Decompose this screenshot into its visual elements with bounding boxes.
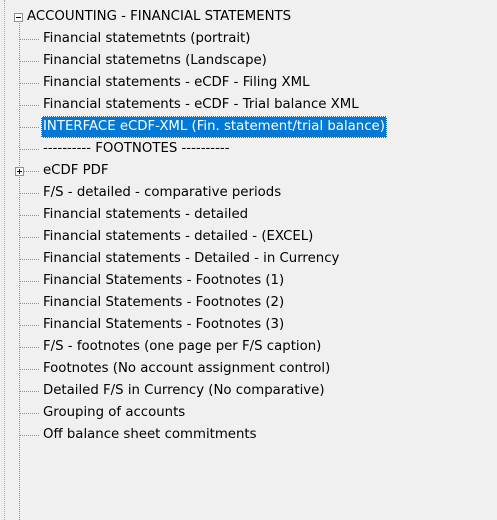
tree-connector [19,435,39,436]
expand-plus-icon[interactable] [15,167,24,176]
tree-connector [19,303,39,304]
tree-item-off-balance-sheet-commitments[interactable]: Off balance sheet commitments [19,424,497,446]
tree-item-financial-statements-detailed[interactable]: Financial statements - detailed [19,204,497,226]
tree-connector [19,413,39,414]
tree-root-label[interactable]: ACCOUNTING - FINANCIAL STATEMENTS [27,6,291,28]
tree-item-ecdf-pdf[interactable]: eCDF PDF [15,160,497,182]
tree-item-footnotes-2[interactable]: Financial Statements - Footnotes (2) [19,292,497,314]
tree-connector [19,83,39,84]
tree-item-grouping-of-accounts[interactable]: Grouping of accounts [19,402,497,424]
tree-item-label[interactable]: Financial Statements - Footnotes (3) [41,314,286,336]
tree-item-label[interactable]: F/S - detailed - comparative periods [41,182,283,204]
report-tree: ACCOUNTING - FINANCIAL STATEMENTS Financ… [0,0,497,520]
tree-item-fs-footnotes-one-page[interactable]: F/S - footnotes (one page per F/S captio… [19,336,497,358]
tree-connector [19,149,39,150]
tree-item-footnotes-3[interactable]: Financial Statements - Footnotes (3) [19,314,497,336]
tree-item-financial-statements-detailed-currency[interactable]: Financial statements - Detailed - in Cur… [19,248,497,270]
tree-item-label[interactable]: Financial Statements - Footnotes (2) [41,292,286,314]
tree-connector [19,347,39,348]
tree-connector [19,215,39,216]
tree-item-label[interactable]: Off balance sheet commitments [41,424,259,446]
tree-connector [19,193,39,194]
tree-connector [19,127,39,128]
tree-item-label-selected[interactable]: INTERFACE eCDF-XML (Fin. statement/trial… [41,116,387,138]
tree-item-label[interactable]: F/S - footnotes (one page per F/S captio… [41,336,323,358]
tree-item-label[interactable]: Financial statements - eCDF - Trial bala… [41,94,361,116]
tree-item-label[interactable]: Financial statements - detailed [41,204,250,226]
collapse-minus-icon[interactable] [14,13,23,22]
tree-item-label[interactable]: Grouping of accounts [41,402,187,424]
tree-item-label[interactable]: Financial statements - Detailed - in Cur… [41,248,341,270]
tree-connector [19,105,39,106]
tree-item-label[interactable]: Footnotes (No account assignment control… [41,358,332,380]
tree-item-financial-statements-detailed-excel[interactable]: Financial statements - detailed - (EXCEL… [19,226,497,248]
tree-item-interface-ecdf-xml[interactable]: INTERFACE eCDF-XML (Fin. statement/trial… [19,116,497,138]
tree-connector [19,61,39,62]
tree-connector [19,369,39,370]
tree-item-label[interactable]: eCDF PDF [41,160,111,182]
tree-item-label[interactable]: Financial statemetnts (portrait) [41,28,252,50]
tree-item-financial-statements-landscape[interactable]: Financial statemetns (Landscape) [19,50,497,72]
tree-item-label[interactable]: Financial Statements - Footnotes (1) [41,270,286,292]
tree-item-ecdf-trial-balance-xml[interactable]: Financial statements - eCDF - Trial bala… [19,94,497,116]
tree-item-financial-statements-portrait[interactable]: Financial statemetnts (portrait) [19,28,497,50]
tree-item-footnotes-no-account-control[interactable]: Footnotes (No account assignment control… [19,358,497,380]
tree-connector [19,325,39,326]
tree-item-detailed-fs-currency-no-comparative[interactable]: Detailed F/S in Currency (No comparative… [19,380,497,402]
tree-item-label[interactable]: Financial statements - eCDF - Filing XML [41,72,312,94]
tree-connector [19,39,39,40]
tree-connector [19,259,39,260]
tree-connector [19,281,39,282]
tree-item-label[interactable]: Financial statements - detailed - (EXCEL… [41,226,315,248]
tree-item-footnotes-separator[interactable]: ---------- FOOTNOTES ---------- [19,138,497,160]
tree-item-footnotes-1[interactable]: Financial Statements - Footnotes (1) [19,270,497,292]
tree-connector [19,237,39,238]
tree-item-label[interactable]: Detailed F/S in Currency (No comparative… [41,380,327,402]
tree-item-fs-detailed-comparative[interactable]: F/S - detailed - comparative periods [19,182,497,204]
tree-item-ecdf-filing-xml[interactable]: Financial statements - eCDF - Filing XML [19,72,497,94]
tree-item-label[interactable]: Financial statemetns (Landscape) [41,50,269,72]
tree-item-label[interactable]: ---------- FOOTNOTES ---------- [41,138,232,160]
tree-connector [19,391,39,392]
